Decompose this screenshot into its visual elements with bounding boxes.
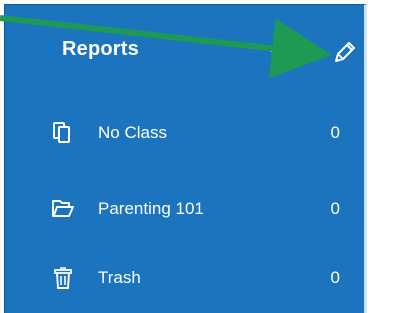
sidebar-item-parenting-101[interactable]: Parenting 101 0 <box>5 187 364 233</box>
sidebar-item-count: 0 <box>330 199 340 218</box>
sidebar-item-label: Parenting 101 <box>98 199 204 218</box>
sidebar-header: Reports Add <box>5 5 364 97</box>
sidebar-item-label: No Class <box>98 123 167 142</box>
add-link[interactable]: Add <box>270 39 298 57</box>
sidebar-item-count: 0 <box>330 268 340 287</box>
sidebar-item-count: 0 <box>330 123 340 142</box>
sidebar-item-trash[interactable]: Trash 0 <box>5 256 364 302</box>
page: Reports Add No Class 0 Parenting 101 0 T… <box>0 0 394 313</box>
sidebar-item-label: Trash <box>98 268 141 287</box>
reports-sidebar: Reports Add No Class 0 Parenting 101 0 T… <box>4 4 367 313</box>
sidebar-item-no-class[interactable]: No Class 0 <box>5 111 364 157</box>
pencil-icon[interactable] <box>332 39 358 65</box>
sidebar-title: Reports <box>62 38 139 60</box>
trash-icon <box>54 267 72 289</box>
folder-icon <box>52 200 74 217</box>
copy-icon <box>53 122 70 143</box>
